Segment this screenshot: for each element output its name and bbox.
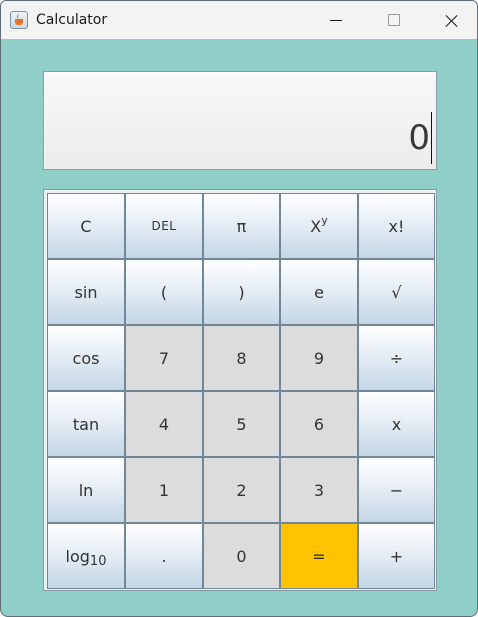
sqrt-button[interactable]: √	[358, 259, 435, 325]
window-title: Calculator	[36, 12, 108, 28]
text-caret	[431, 112, 432, 164]
display-field[interactable]: 0	[43, 71, 437, 170]
digit-2-button[interactable]: 2	[203, 457, 280, 523]
equals-button[interactable]: =	[280, 523, 358, 589]
digit-9-button[interactable]: 9	[280, 325, 358, 391]
maximize-button[interactable]	[371, 1, 417, 39]
e-button[interactable]: e	[280, 259, 358, 325]
digit-7-button[interactable]: 7	[125, 325, 203, 391]
factorial-button[interactable]: x!	[358, 193, 435, 259]
digit-1-button[interactable]: 1	[125, 457, 203, 523]
cos-button[interactable]: cos	[47, 325, 125, 391]
java-cup-icon	[10, 11, 28, 29]
digit-3-button[interactable]: 3	[280, 457, 358, 523]
maximize-icon	[388, 14, 400, 26]
digit-4-button[interactable]: 4	[125, 391, 203, 457]
plus-button[interactable]: +	[358, 523, 435, 589]
log10-button[interactable]: log 10	[47, 523, 125, 589]
calculator-window: Calculator 0 C DEL π Xy x! sin ( ) e √ c…	[0, 0, 478, 617]
minimize-button[interactable]	[313, 1, 359, 39]
minus-button[interactable]: −	[358, 457, 435, 523]
ln-button[interactable]: ln	[47, 457, 125, 523]
divide-button[interactable]: ÷	[358, 325, 435, 391]
digit-0-button[interactable]: 0	[203, 523, 280, 589]
multiply-button[interactable]: x	[358, 391, 435, 457]
decimal-button[interactable]: .	[125, 523, 203, 589]
digit-6-button[interactable]: 6	[280, 391, 358, 457]
pi-button[interactable]: π	[203, 193, 280, 259]
tan-button[interactable]: tan	[47, 391, 125, 457]
sin-button[interactable]: sin	[47, 259, 125, 325]
power-button[interactable]: Xy	[280, 193, 358, 259]
minimize-icon	[330, 20, 342, 21]
title-bar[interactable]: Calculator	[1, 1, 477, 39]
close-paren-button[interactable]: )	[203, 259, 280, 325]
close-button[interactable]	[429, 1, 475, 39]
delete-button[interactable]: DEL	[125, 193, 203, 259]
display-value: 0	[408, 118, 430, 158]
digit-8-button[interactable]: 8	[203, 325, 280, 391]
keypad: C DEL π Xy x! sin ( ) e √ cos 7 8 9 ÷ ta…	[43, 189, 437, 591]
open-paren-button[interactable]: (	[125, 259, 203, 325]
clear-button[interactable]: C	[47, 193, 125, 259]
digit-5-button[interactable]: 5	[203, 391, 280, 457]
